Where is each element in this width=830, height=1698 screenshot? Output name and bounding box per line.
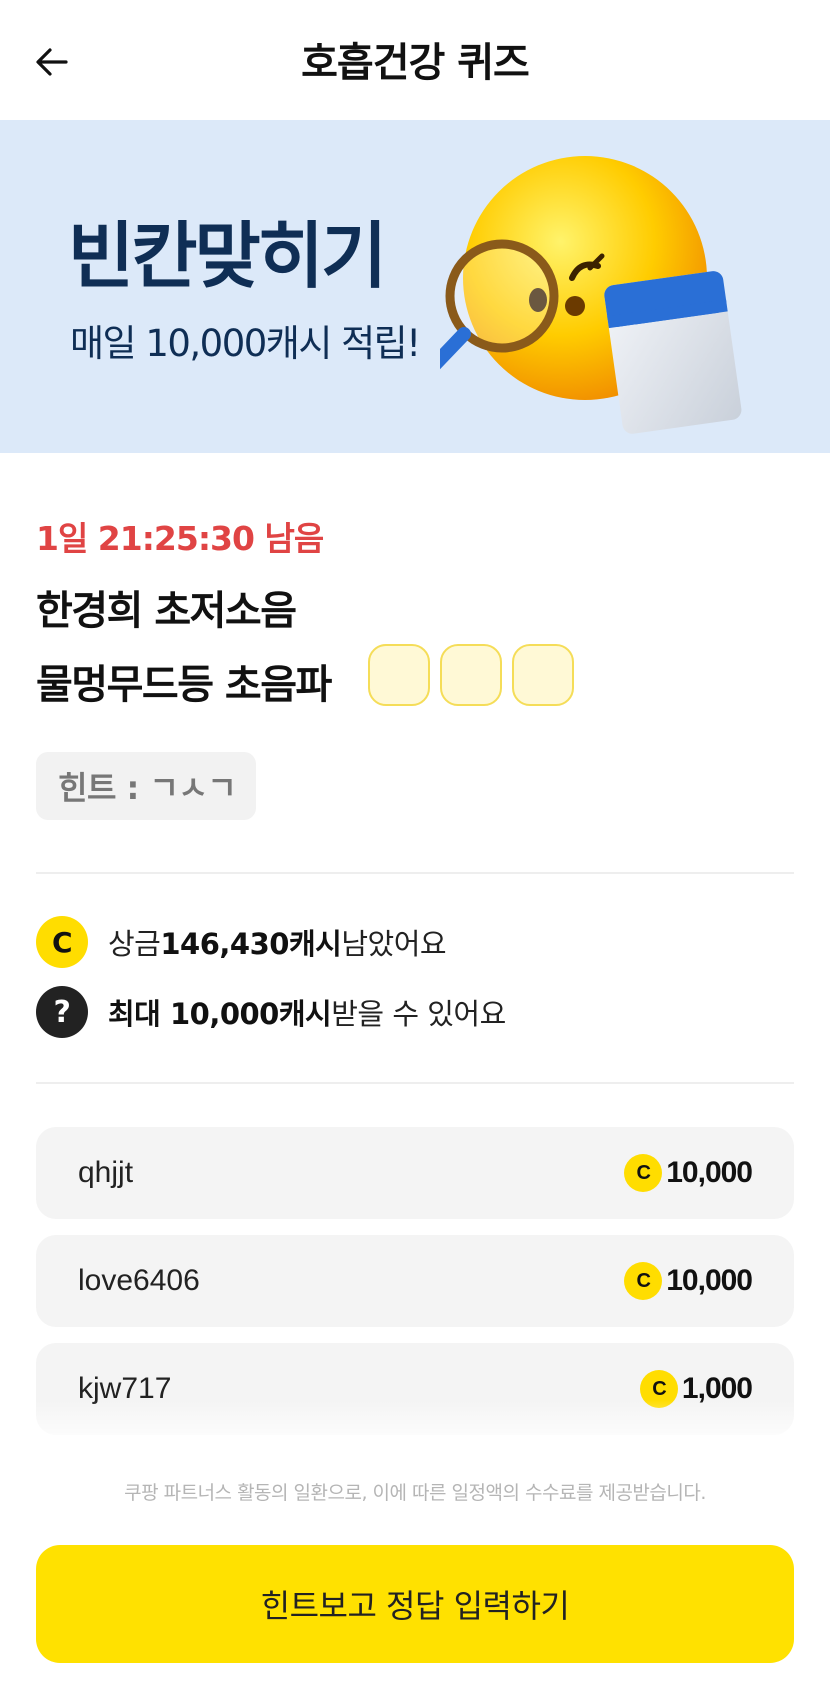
winner-list-item: qhjjt C 10,000 <box>36 1127 794 1219</box>
prize-suffix: 남았어요 <box>341 927 447 961</box>
prize-prefix: 상금 <box>108 927 161 961</box>
hint-chip: 힌트 : ㄱㅅㄱ <box>36 752 256 820</box>
question-mark-icon[interactable]: ? <box>36 986 88 1038</box>
quiz-banner: 빈칸맞히기 매일 10,000캐시 적립! <box>0 120 830 453</box>
max-reward-row: ? 최대 10,000캐시 받을 수 있어요 <box>36 986 506 1038</box>
winner-name: qhjjt <box>78 1156 134 1189</box>
list-fade-overlay <box>0 1400 830 1448</box>
winner-amount-value: 10,000 <box>666 1156 753 1189</box>
partner-disclaimer: 쿠팡 파트너스 활동의 일환으로, 이에 따른 일정액의 수수료를 제공받습니다… <box>124 1482 706 1504</box>
answer-blank <box>512 644 574 706</box>
winner-name: love6406 <box>78 1264 200 1297</box>
winner-amount: C 10,000 <box>624 1262 753 1300</box>
question-line-1: 한경희 초저소음 <box>36 588 297 634</box>
winner-amount: C 10,000 <box>624 1154 753 1192</box>
max-reward-amount: 최대 10,000캐시 <box>108 997 332 1031</box>
answer-blank <box>368 644 430 706</box>
question-line-2: 물멍무드등 초음파 <box>36 662 332 708</box>
banner-subtitle: 매일 10,000캐시 적립! <box>70 322 421 365</box>
coin-icon: C <box>36 916 88 968</box>
coin-icon: C <box>624 1262 663 1300</box>
winner-amount-value: 10,000 <box>666 1264 753 1297</box>
coin-icon: C <box>624 1154 663 1192</box>
max-reward-suffix: 받을 수 있어요 <box>331 997 506 1031</box>
divider <box>36 872 794 874</box>
prize-amount: 146,430캐시 <box>160 927 342 961</box>
thinking-emoji-magnifier-illustration <box>440 156 742 434</box>
winner-list-item: love6406 C 10,000 <box>36 1235 794 1327</box>
prize-remaining-row: C 상금 146,430캐시 남았어요 <box>36 916 447 968</box>
page-title: 호흡건강 퀴즈 <box>301 40 530 86</box>
answer-blank <box>440 644 502 706</box>
divider <box>36 1082 794 1084</box>
countdown-timer: 1일 21:25:30 남음 <box>36 519 324 558</box>
enter-answer-button[interactable]: 힌트보고 정답 입력하기 <box>36 1545 794 1663</box>
banner-title: 빈칸맞히기 <box>68 214 387 298</box>
answer-blanks <box>368 644 574 706</box>
app-header: 호흡건강 퀴즈 <box>0 0 830 120</box>
